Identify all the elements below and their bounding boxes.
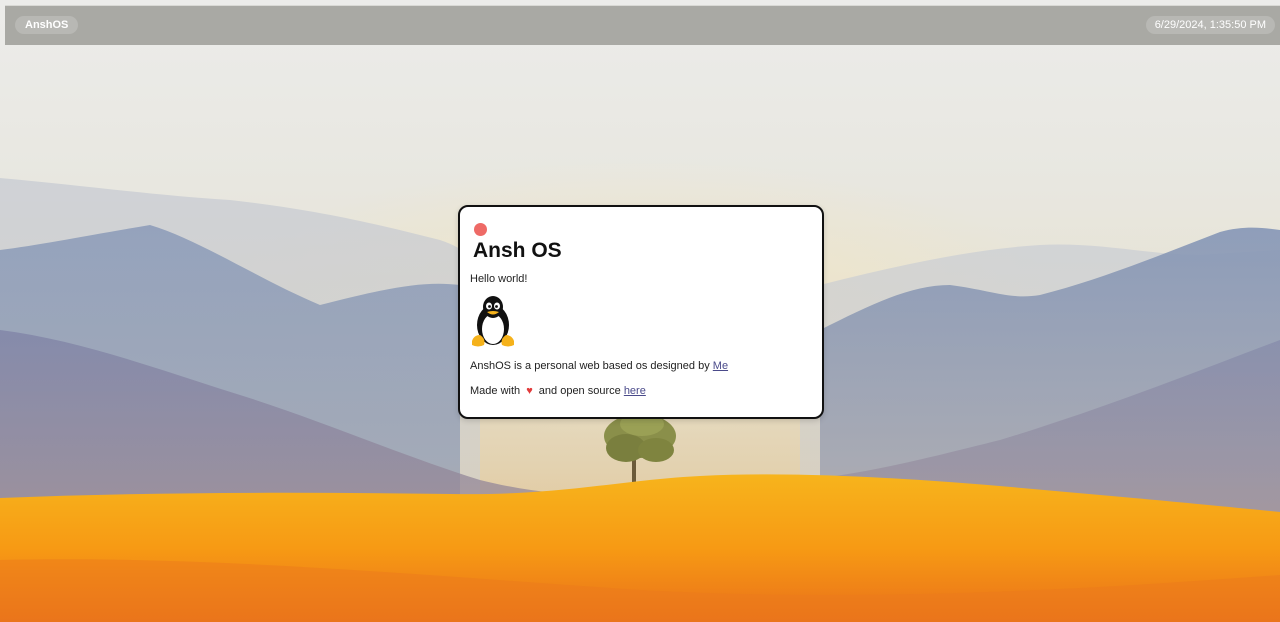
open-source-text: and open source <box>538 385 621 397</box>
designer-link[interactable]: Me <box>713 360 728 372</box>
greeting-text: Hello world! <box>470 273 528 285</box>
about-window[interactable]: Ansh OS Hello world! AnshOS is a persona… <box>458 205 824 419</box>
tree-illustration <box>604 412 676 482</box>
made-with-line: Made with ♥ and open source here <box>470 385 646 397</box>
desktop: AnshOS 6/29/2024, 1:35:50 PM Ansh OS Hel… <box>0 0 1280 622</box>
top-bar: AnshOS 6/29/2024, 1:35:50 PM <box>5 5 1280 45</box>
brand-label[interactable]: AnshOS <box>15 16 79 34</box>
window-close-button[interactable] <box>474 223 487 236</box>
clock-display: 6/29/2024, 1:35:50 PM <box>1145 16 1275 34</box>
description-text: AnshOS is a personal web based os design… <box>470 360 710 372</box>
tux-penguin-icon <box>472 296 514 347</box>
source-link[interactable]: here <box>624 385 646 397</box>
window-title: Ansh OS <box>473 239 562 262</box>
description-line: AnshOS is a personal web based os design… <box>470 360 728 372</box>
made-with-text: Made with <box>470 385 521 397</box>
heart-icon: ♥ <box>526 385 533 397</box>
